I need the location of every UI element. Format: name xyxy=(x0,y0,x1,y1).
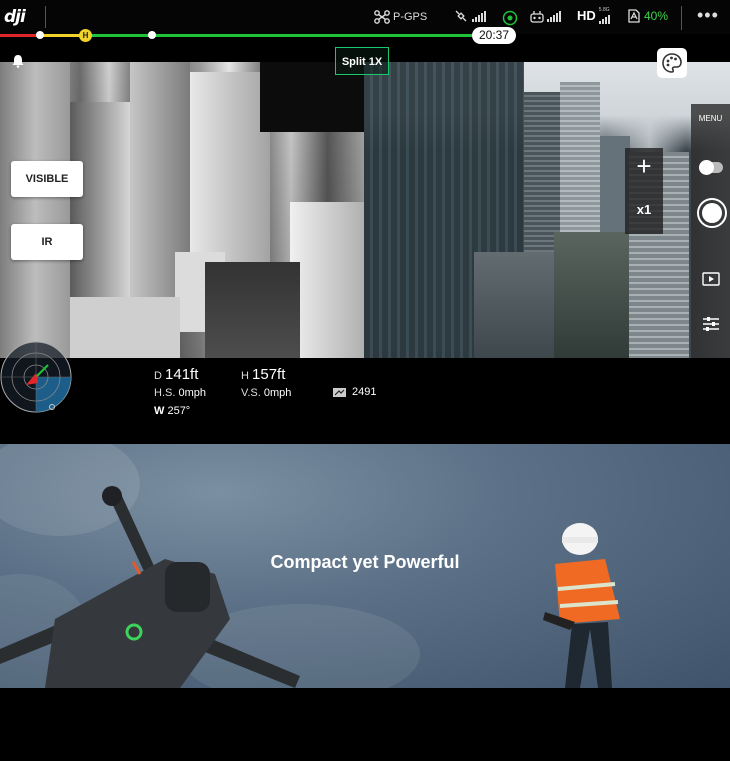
sliders-icon[interactable] xyxy=(702,316,720,332)
distance-prefix: D xyxy=(154,370,162,382)
battery-percentage: 40% xyxy=(644,9,669,23)
gps-signal-bars xyxy=(472,10,486,22)
low-building xyxy=(474,252,554,358)
obstacle-sensing-status[interactable] xyxy=(502,10,518,26)
camera-sidebar: MENU xyxy=(691,104,730,358)
heading-label: W xyxy=(154,405,165,417)
shutter-inner xyxy=(702,203,722,223)
visible-light-view xyxy=(364,62,730,358)
drone-icon xyxy=(374,10,390,24)
toggle-knob xyxy=(699,160,714,175)
hs-value: 0mph xyxy=(178,387,206,399)
height-prefix: H xyxy=(241,370,249,382)
split-view-toggle[interactable]: Split 1X xyxy=(335,47,389,75)
distance-readout: D 141ft xyxy=(154,366,198,383)
gps-signal[interactable] xyxy=(455,10,486,22)
ir-building xyxy=(70,297,180,358)
ir-building xyxy=(0,62,70,358)
playback-icon[interactable] xyxy=(702,272,720,286)
worker-image xyxy=(543,523,620,688)
radar-map[interactable] xyxy=(0,341,72,413)
height-value: 157ft xyxy=(252,366,286,383)
rc-signal[interactable] xyxy=(530,10,561,23)
rc-signal-bars xyxy=(547,11,561,22)
heading-value: 257° xyxy=(167,405,191,417)
flight-time-remaining: 20:37 xyxy=(472,27,516,44)
vertical-speed-readout: V.S. 0mph xyxy=(241,387,291,399)
heading-readout: W 257° xyxy=(154,405,190,417)
remote-controller-icon xyxy=(530,11,544,23)
altitude-value: 2491 xyxy=(352,386,377,398)
bell-icon[interactable] xyxy=(11,54,25,68)
battery-status[interactable]: 40% xyxy=(627,9,668,23)
promo-video[interactable]: Compact yet Powerful xyxy=(0,444,730,688)
altitude-icon xyxy=(333,387,346,397)
divider xyxy=(681,6,682,30)
horizontal-speed-readout: H.S. 0mph xyxy=(154,387,206,399)
ir-street xyxy=(205,262,300,358)
ir-mode-button[interactable]: IR xyxy=(11,224,83,260)
flight-progress-critical xyxy=(0,34,40,37)
battery-icon xyxy=(628,9,640,23)
vision-sensor-icon xyxy=(502,10,518,26)
hs-label: H.S. xyxy=(154,387,176,399)
drone-flight-app: dji P-GPS HD 5.8G 40% ••• H 20:37 Split … xyxy=(0,0,730,444)
altitude-readout: 2491 xyxy=(333,386,376,398)
distance-value: 141ft xyxy=(165,366,199,383)
video-transmission-status[interactable]: HD 5.8G xyxy=(577,7,610,24)
hd-label: HD xyxy=(577,8,596,23)
gps-mode-label: P-GPS xyxy=(393,11,428,23)
bottom-area xyxy=(0,688,730,761)
home-point-marker: H xyxy=(79,29,92,42)
palette-icon xyxy=(662,53,682,73)
shutter-button[interactable] xyxy=(697,198,727,228)
divider xyxy=(45,6,46,28)
ir-building xyxy=(290,202,364,358)
ir-building xyxy=(190,72,270,272)
zoom-in-button[interactable]: + xyxy=(625,148,663,186)
hd-signal-bars xyxy=(598,13,610,24)
photo-video-toggle[interactable] xyxy=(699,160,723,175)
battery-threshold-marker xyxy=(148,31,156,39)
vs-label: V.S. xyxy=(241,387,261,399)
flight-mode-status[interactable]: P-GPS xyxy=(374,10,427,24)
landing-point-marker xyxy=(36,31,44,39)
height-readout: H 157ft xyxy=(241,366,285,383)
satellite-icon xyxy=(455,10,467,22)
promo-title: Compact yet Powerful xyxy=(270,552,460,572)
visible-mode-button[interactable]: VISIBLE xyxy=(11,161,83,197)
palette-button[interactable] xyxy=(657,48,687,78)
dji-logo[interactable]: dji xyxy=(4,7,26,27)
zoom-control: + x1 xyxy=(625,148,663,234)
camera-live-view[interactable] xyxy=(0,62,730,358)
status-bar: dji P-GPS HD 5.8G 40% ••• xyxy=(0,0,730,34)
tower xyxy=(560,82,600,232)
camera-menu-button[interactable]: MENU xyxy=(691,114,730,123)
zoom-level[interactable]: x1 xyxy=(625,198,663,222)
more-menu-button[interactable]: ••• xyxy=(697,5,719,26)
vs-value: 0mph xyxy=(263,387,292,399)
